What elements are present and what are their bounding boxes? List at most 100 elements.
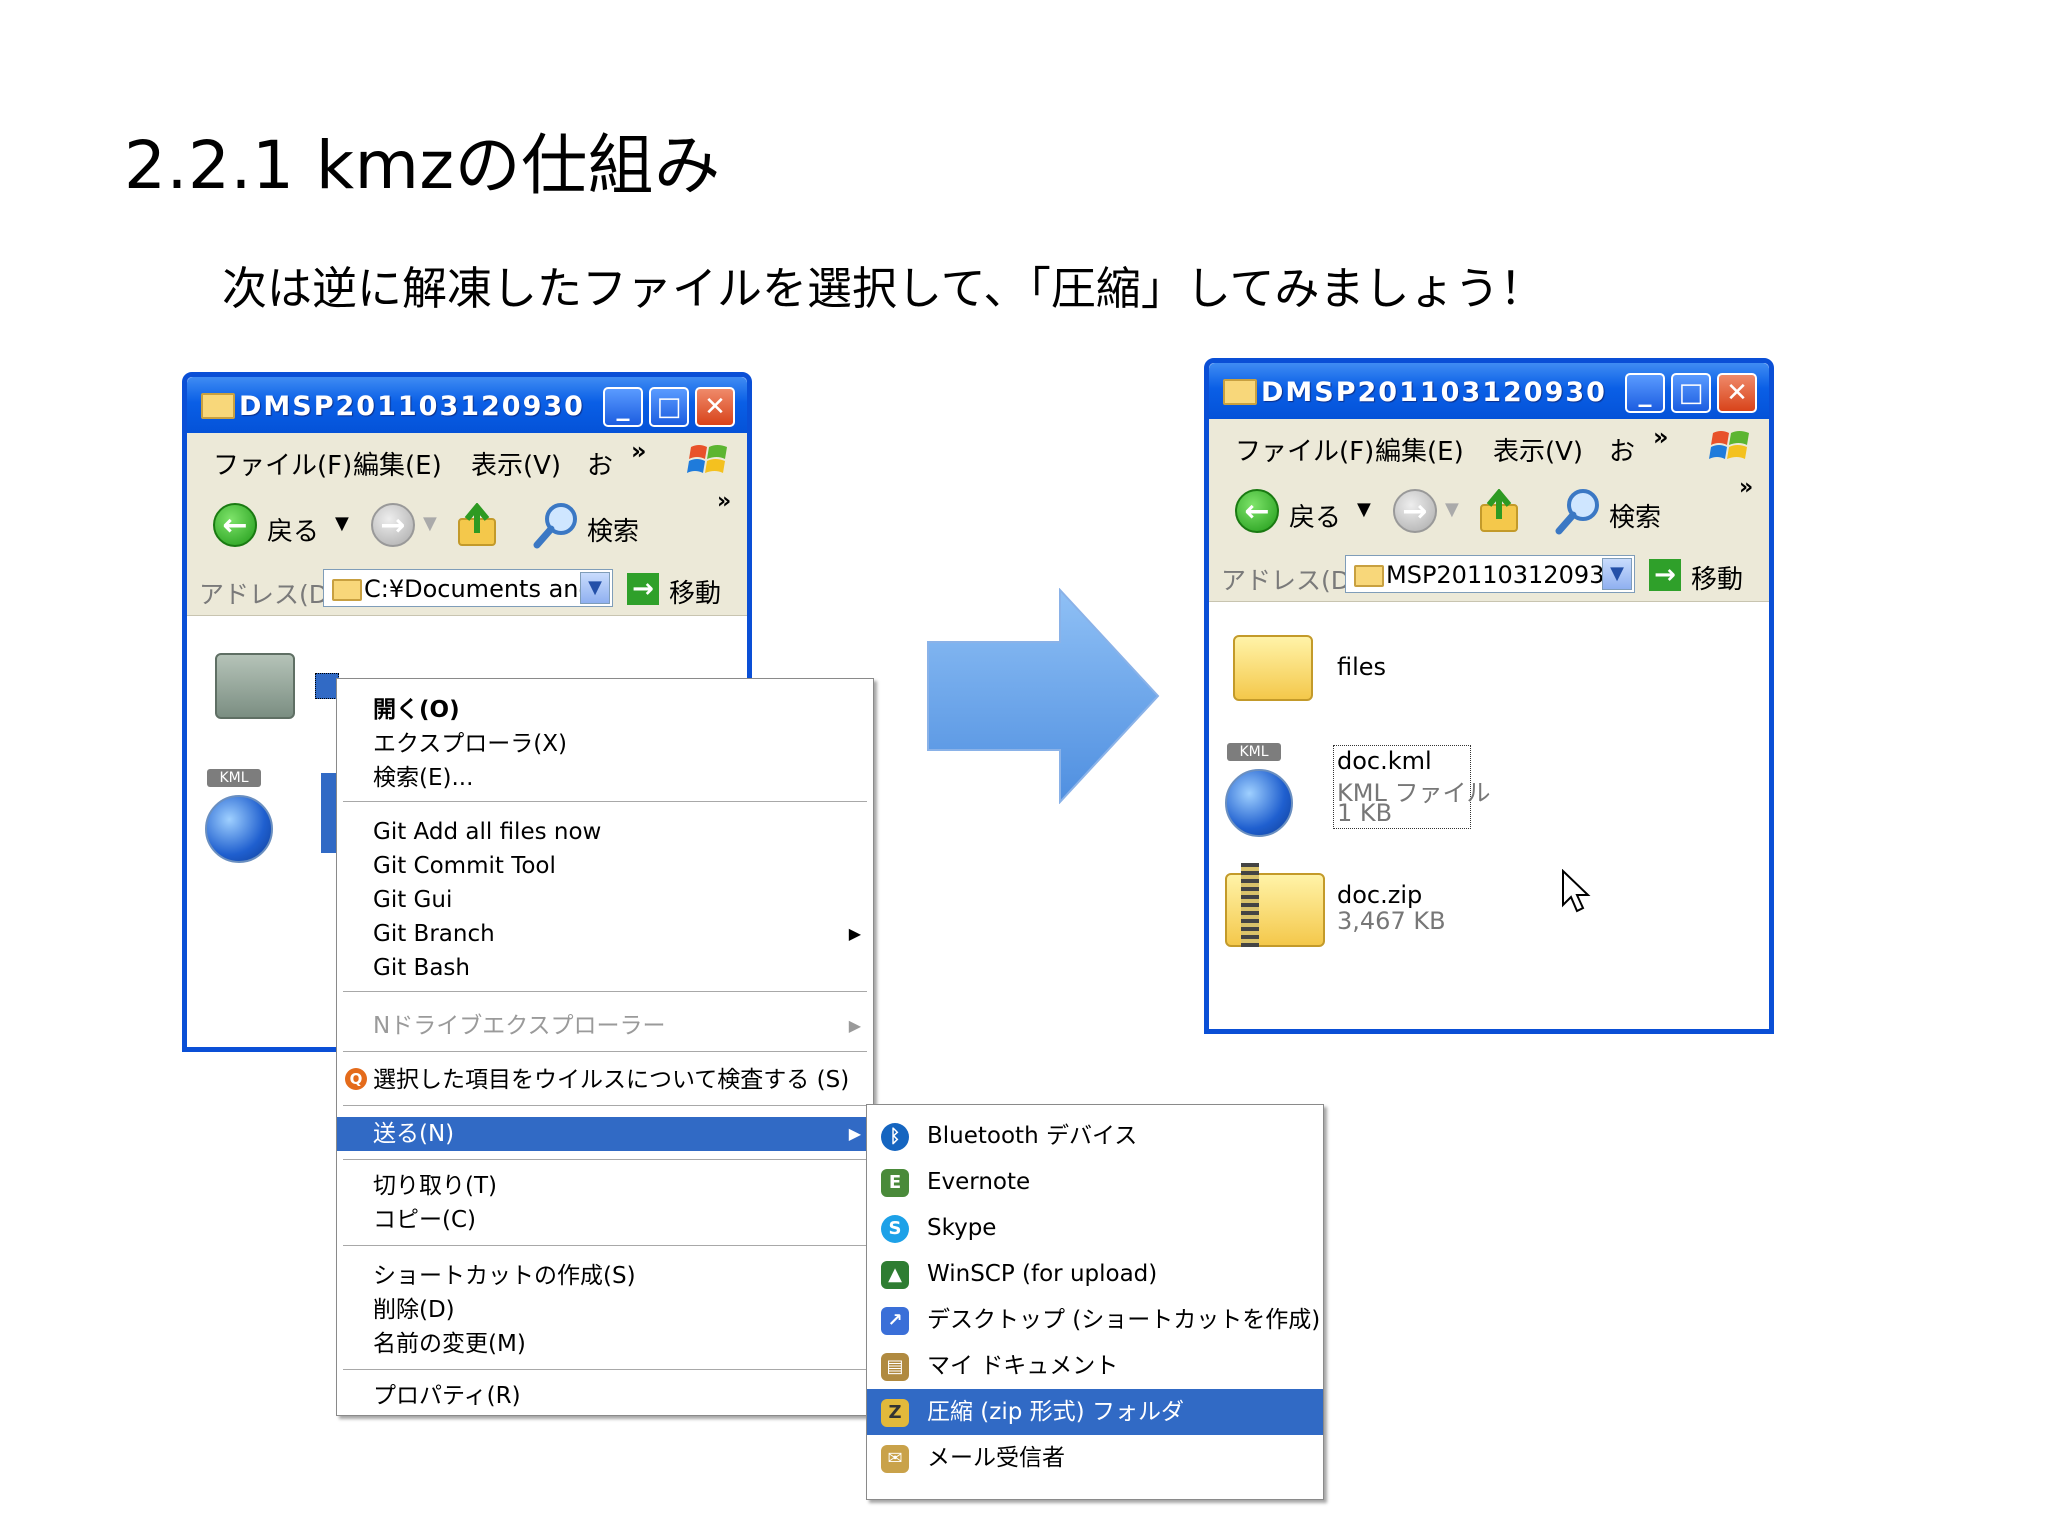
menu-separator xyxy=(343,1245,867,1247)
toolbar-more-chevron[interactable]: » xyxy=(717,489,731,514)
menu-favorites[interactable]: お xyxy=(587,445,613,482)
forward-dropdown-icon[interactable]: ▼ xyxy=(423,513,437,534)
chevron-down-icon[interactable]: ▼ xyxy=(1602,558,1632,590)
sendto-zip-folder[interactable]: Z 圧縮 (zip 形式) フォルダ xyxy=(867,1389,1323,1435)
menu-item-git-gui[interactable]: Git Gui xyxy=(337,883,873,917)
close-button[interactable]: ✕ xyxy=(1717,373,1757,413)
menu-item-delete[interactable]: 削除(D) xyxy=(337,1293,873,1327)
menu-more-chevron[interactable]: » xyxy=(631,437,647,465)
back-arrow-icon[interactable]: ← xyxy=(1235,489,1279,533)
go-arrow-icon[interactable]: → xyxy=(627,573,659,605)
sendto-bluetooth[interactable]: ᛒ Bluetooth デバイス xyxy=(867,1113,1323,1159)
forward-arrow-icon[interactable]: → xyxy=(371,503,415,547)
maximize-button[interactable]: □ xyxy=(1671,373,1711,413)
minimize-button[interactable]: _ xyxy=(1625,373,1665,413)
menu-item-label: Bluetooth デバイス xyxy=(927,1123,1138,1149)
menu-item-copy[interactable]: コピー(C) xyxy=(337,1203,873,1237)
menu-view[interactable]: 表示(V) xyxy=(471,445,561,482)
address-input[interactable]: C:¥Documents and ▼ xyxy=(323,569,613,607)
file-name-doc-zip[interactable]: doc.zip xyxy=(1337,881,1422,909)
sendto-skype[interactable]: S Skype xyxy=(867,1205,1323,1251)
menu-separator xyxy=(343,1159,867,1161)
files-folder-icon[interactable] xyxy=(1233,635,1313,701)
sendto-my-documents[interactable]: ▤ マイ ドキュメント xyxy=(867,1343,1323,1389)
back-dropdown-icon[interactable]: ▼ xyxy=(1357,499,1371,520)
search-button-label[interactable]: 検索 xyxy=(587,511,639,548)
menu-item-rename[interactable]: 名前の変更(M) xyxy=(337,1327,873,1361)
folder-icon xyxy=(332,579,362,601)
menu-item-label: Skype xyxy=(927,1215,997,1241)
file-name-files[interactable]: files xyxy=(1337,653,1386,681)
menu-edit[interactable]: 編集(E) xyxy=(1375,431,1464,468)
files-folder-icon[interactable] xyxy=(215,653,295,719)
search-icon[interactable] xyxy=(1555,487,1601,537)
slide-title: 2.2.1 kmzの仕組み xyxy=(124,127,721,204)
submenu-arrow-icon: ▶ xyxy=(848,924,861,943)
menu-item-label: WinSCP (for upload) xyxy=(927,1261,1158,1287)
address-input[interactable]: MSP201103120930 ▼ xyxy=(1345,555,1635,593)
kml-file-icon[interactable]: KML xyxy=(205,769,285,863)
up-folder-icon[interactable] xyxy=(455,503,501,549)
back-arrow-icon[interactable]: ← xyxy=(213,503,257,547)
kml-file-icon[interactable]: KML xyxy=(1225,743,1305,837)
menu-file[interactable]: ファイル(F) xyxy=(1235,431,1374,468)
go-button-label[interactable]: 移動 xyxy=(669,573,721,610)
go-button-label[interactable]: 移動 xyxy=(1691,559,1743,596)
menu-bar: ファイル(F) 編集(E) 表示(V) お » xyxy=(1209,419,1769,476)
sendto-winscp[interactable]: ▲ WinSCP (for upload) xyxy=(867,1251,1323,1297)
menu-item-send-to[interactable]: 送る(N) ▶ xyxy=(337,1117,873,1151)
maximize-button[interactable]: □ xyxy=(649,387,689,427)
forward-dropdown-icon[interactable]: ▼ xyxy=(1445,499,1459,520)
menu-item-virus-scan[interactable]: Q 選択した項目をウイルスについて検査する (S) xyxy=(337,1063,873,1097)
menu-item-git-add[interactable]: Git Add all files now xyxy=(337,815,873,849)
menu-item-explorer[interactable]: エクスプローラ(X) xyxy=(337,727,873,761)
menu-item-properties[interactable]: プロパティ(R) xyxy=(337,1379,873,1413)
menu-edit[interactable]: 編集(E) xyxy=(353,445,442,482)
menu-item-search[interactable]: 検索(E)... xyxy=(337,761,873,795)
forward-arrow-icon[interactable]: → xyxy=(1393,489,1437,533)
menu-item-git-commit[interactable]: Git Commit Tool xyxy=(337,849,873,883)
title-bar[interactable]: DMSP201103120930 _ □ ✕ xyxy=(187,377,747,433)
mail-icon: ✉ xyxy=(881,1445,909,1473)
menu-separator xyxy=(343,801,867,803)
title-bar[interactable]: DMSP201103120930 _ □ ✕ xyxy=(1209,363,1769,419)
file-name-doc-kml[interactable]: doc.kml xyxy=(1337,747,1432,775)
close-button[interactable]: ✕ xyxy=(695,387,735,427)
back-button-label[interactable]: 戻る xyxy=(267,511,319,548)
menu-item-open[interactable]: 開く(O) xyxy=(337,693,873,727)
menu-item-cut[interactable]: 切り取り(T) xyxy=(337,1169,873,1203)
menu-separator xyxy=(343,1369,867,1371)
menu-separator xyxy=(343,991,867,993)
menu-favorites[interactable]: お xyxy=(1609,431,1635,468)
menu-item-create-shortcut[interactable]: ショートカットの作成(S) xyxy=(337,1259,873,1293)
antivirus-icon: Q xyxy=(345,1068,367,1090)
zip-folder-icon: Z xyxy=(881,1399,909,1427)
right-explorer-window: DMSP201103120930 _ □ ✕ ファイル(F) 編集(E) 表示(… xyxy=(1204,358,1774,1034)
sendto-desktop[interactable]: ↗ デスクトップ (ショートカットを作成) xyxy=(867,1297,1323,1343)
selected-kml-label[interactable] xyxy=(321,773,337,853)
context-menu: 開く(O) エクスプローラ(X) 検索(E)... Git Add all fi… xyxy=(336,678,874,1416)
right-arrow-icon xyxy=(927,588,1160,804)
menu-more-chevron[interactable]: » xyxy=(1653,423,1669,451)
go-arrow-icon[interactable]: → xyxy=(1649,559,1681,591)
back-button-label[interactable]: 戻る xyxy=(1289,497,1341,534)
search-button-label[interactable]: 検索 xyxy=(1609,497,1661,534)
menu-item-label: 選択した項目をウイルスについて検査する (S) xyxy=(373,1067,850,1093)
zip-file-icon[interactable] xyxy=(1225,863,1325,947)
desktop-icon: ↗ xyxy=(881,1307,909,1335)
search-icon[interactable] xyxy=(533,501,579,551)
up-folder-icon[interactable] xyxy=(1477,489,1523,535)
windows-logo-icon xyxy=(687,445,727,473)
toolbar-more-chevron[interactable]: » xyxy=(1739,475,1753,500)
back-dropdown-icon[interactable]: ▼ xyxy=(335,513,349,534)
menu-view[interactable]: 表示(V) xyxy=(1493,431,1583,468)
menu-file[interactable]: ファイル(F) xyxy=(213,445,352,482)
sendto-evernote[interactable]: E Evernote xyxy=(867,1159,1323,1205)
toolbar: ← 戻る ▼ → ▼ 検索 » xyxy=(1209,475,1769,550)
menu-item-git-bash[interactable]: Git Bash xyxy=(337,951,873,985)
chevron-down-icon[interactable]: ▼ xyxy=(580,572,610,604)
sendto-mail-recipient[interactable]: ✉ メール受信者 xyxy=(867,1435,1323,1481)
minimize-button[interactable]: _ xyxy=(603,387,643,427)
menu-item-git-branch[interactable]: Git Branch ▶ xyxy=(337,917,873,951)
menu-item-label: Git Branch xyxy=(373,921,495,947)
